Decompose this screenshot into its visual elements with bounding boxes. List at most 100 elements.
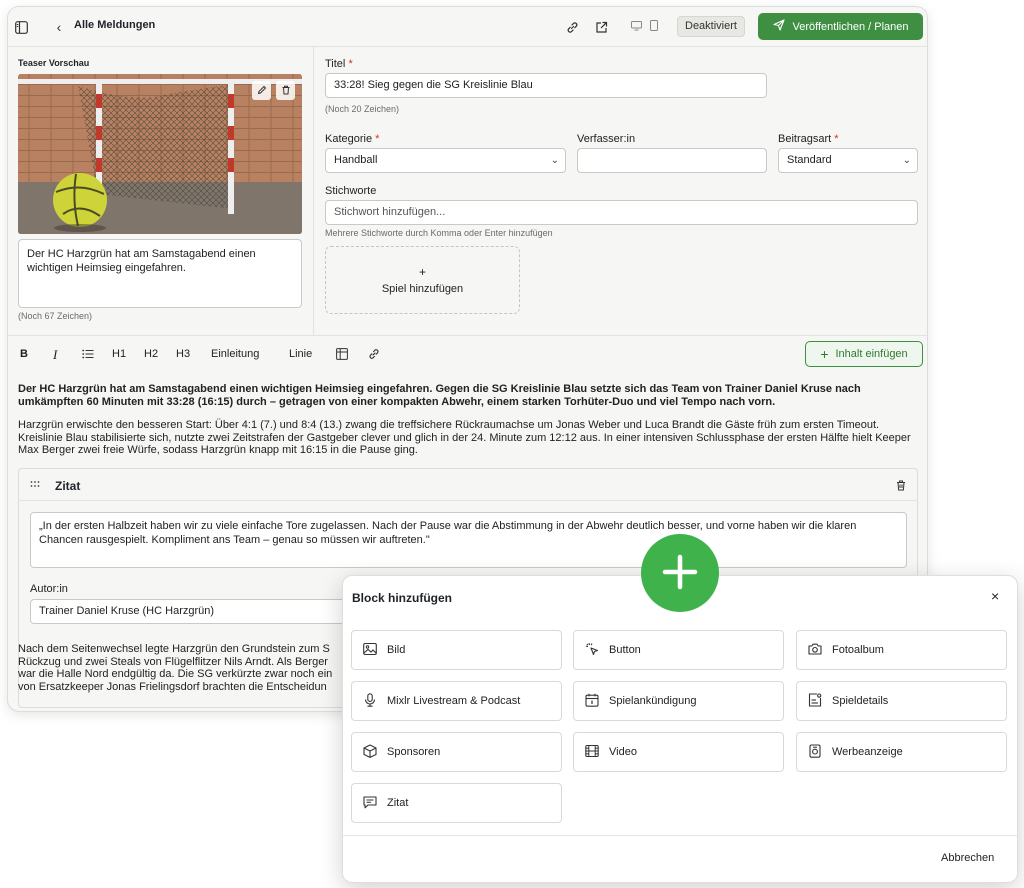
- h1-button[interactable]: H1: [112, 348, 126, 360]
- camera-icon: [808, 642, 822, 659]
- category-label: Kategorie *: [325, 133, 380, 145]
- close-icon[interactable]: ×: [991, 588, 999, 604]
- box-icon: [363, 743, 377, 761]
- italic-button[interactable]: I: [53, 347, 57, 363]
- tags-input[interactable]: Stichwort hinzufügen...: [325, 200, 918, 225]
- body-paragraph-2-line: von Ersatzkeeper Jonas Frielingsdorf bra…: [18, 680, 327, 693]
- mobile-preview-icon[interactable]: [648, 18, 660, 32]
- status-badge: Deaktiviert: [677, 16, 745, 37]
- back-link-label[interactable]: Alle Meldungen: [74, 19, 155, 31]
- author-input[interactable]: [577, 148, 767, 173]
- line-button[interactable]: Linie: [289, 348, 312, 360]
- drag-handle-icon[interactable]: [29, 479, 41, 491]
- post-type-select[interactable]: Standard ⌄: [778, 148, 918, 173]
- block-option-label: Spielankündigung: [609, 695, 697, 707]
- block-option-game-details[interactable]: Spieldetails: [796, 681, 1007, 721]
- microphone-icon: [363, 692, 377, 710]
- plus-icon: +: [418, 265, 426, 279]
- body-paragraph-2-line: war die Halle Nord endgültig da. Die SG …: [18, 668, 333, 680]
- sidebar-toggle-icon[interactable]: [13, 19, 29, 35]
- quote-author-label: Autor:in: [30, 583, 68, 595]
- pencil-icon: [257, 84, 267, 98]
- h2-button[interactable]: H2: [144, 348, 158, 360]
- scoreboard-icon: [808, 692, 822, 710]
- block-option-label: Video: [609, 746, 637, 758]
- calendar-icon: [585, 693, 599, 710]
- category-select[interactable]: Handball ⌄: [325, 148, 566, 173]
- film-icon: [585, 744, 599, 761]
- ad-icon: [808, 743, 822, 761]
- tags-hint: Mehrere Stichworte durch Komma oder Ente…: [325, 228, 553, 238]
- body-paragraph-2-line: Rückzug und zwei Steals von Flügelflitze…: [18, 655, 328, 668]
- teaser-panel: Teaser Vorschau Der HC Harzgrün hat am S…: [8, 47, 314, 335]
- plus-icon: +: [820, 346, 829, 362]
- add-game-button[interactable]: + Spiel hinzufügen: [325, 246, 520, 314]
- send-icon: [772, 19, 785, 34]
- body-paragraph[interactable]: Harzgrün erwischte den besseren Start: Ü…: [18, 419, 918, 457]
- teaser-label: Teaser Vorschau: [18, 58, 90, 68]
- block-option-sponsors[interactable]: Sponsoren: [351, 732, 562, 772]
- pointer-click-icon: [585, 642, 599, 659]
- block-option-image[interactable]: Bild: [351, 630, 562, 670]
- trash-icon: [281, 84, 291, 98]
- teaser-image[interactable]: [18, 74, 302, 234]
- cancel-button[interactable]: Abbrechen: [941, 852, 994, 864]
- image-icon: [363, 642, 377, 659]
- block-option-label: Zitat: [387, 797, 409, 809]
- trash-icon[interactable]: [895, 479, 907, 491]
- add-game-label: Spiel hinzufügen: [381, 283, 464, 295]
- link-icon[interactable]: [367, 347, 381, 361]
- teaser-chars-left: (Noch 67 Zeichen): [18, 311, 93, 321]
- quote-block-header: Zitat: [19, 469, 917, 501]
- quote-message-icon: [363, 795, 377, 812]
- desktop-preview-icon[interactable]: [629, 19, 643, 33]
- block-option-label: Sponsoren: [387, 746, 441, 758]
- chevron-down-icon: ⌄: [902, 155, 911, 166]
- link-icon[interactable]: [564, 19, 580, 35]
- table-icon[interactable]: [335, 347, 349, 361]
- top-bar: ‹ Alle Meldungen Deaktiviert Veröffentli…: [8, 7, 927, 47]
- block-option-label: Spieldetails: [832, 695, 889, 707]
- block-option-mixlr[interactable]: Mixlr Livestream & Podcast: [351, 681, 562, 721]
- teaser-textarea[interactable]: Der HC Harzgrün hat am Samstagabend eine…: [18, 239, 302, 308]
- block-option-button[interactable]: Button: [573, 630, 784, 670]
- body-paragraph-2-line: Nach dem Seitenwechsel legte Harzgrün de…: [18, 643, 330, 655]
- body-paragraph-2[interactable]: Nach dem Seitenwechsel legte Harzgrün de…: [18, 643, 348, 693]
- add-block-fab[interactable]: [641, 534, 719, 612]
- block-option-label: Mixlr Livestream & Podcast: [387, 695, 521, 707]
- lead-paragraph[interactable]: Der HC Harzgrün hat am Samstagabend eine…: [18, 383, 918, 408]
- block-option-label: Fotoalbum: [832, 644, 884, 656]
- block-option-video[interactable]: Video: [573, 732, 784, 772]
- quote-textarea[interactable]: „In der ersten Halbzeit haben wir zu vie…: [30, 512, 907, 568]
- bullet-list-icon[interactable]: [81, 348, 95, 360]
- block-option-label: Bild: [387, 644, 406, 656]
- block-option-quote[interactable]: Zitat: [351, 783, 562, 823]
- add-block-modal: Block hinzufügen × Bild Button Fotoalbum…: [342, 575, 1018, 883]
- post-type-value: Standard: [787, 154, 832, 166]
- tags-label: Stichworte: [325, 185, 377, 197]
- chevron-down-icon: ⌄: [550, 155, 559, 166]
- category-value: Handball: [334, 154, 378, 166]
- modal-divider: [343, 835, 1017, 836]
- open-external-icon[interactable]: [593, 19, 609, 35]
- title-input[interactable]: 33:28! Sieg gegen die SG Kreislinie Blau: [325, 73, 767, 98]
- h3-button[interactable]: H3: [176, 348, 190, 360]
- delete-image-button[interactable]: [276, 81, 295, 100]
- block-option-game-announcement[interactable]: Spielankündigung: [573, 681, 784, 721]
- insert-content-label: Inhalt einfügen: [835, 348, 908, 360]
- back-chevron-icon[interactable]: ‹: [52, 19, 66, 35]
- publish-label: Veröffentlichen / Planen: [792, 20, 909, 33]
- block-option-label: Button: [609, 644, 641, 656]
- intro-button[interactable]: Einleitung: [211, 348, 259, 360]
- bold-button[interactable]: B: [20, 348, 28, 360]
- block-option-advertisement[interactable]: Werbeanzeige: [796, 732, 1007, 772]
- block-option-photo-album[interactable]: Fotoalbum: [796, 630, 1007, 670]
- editor-toolbar: B I H1 H2 H3 Einleitung Linie + Inhalt e…: [8, 335, 927, 372]
- edit-image-button[interactable]: [252, 81, 271, 100]
- insert-content-button[interactable]: + Inhalt einfügen: [805, 341, 923, 367]
- title-chars-left: (Noch 20 Zeichen): [325, 104, 400, 114]
- quote-block-title: Zitat: [55, 479, 81, 493]
- post-type-label: Beitragsart *: [778, 133, 839, 145]
- publish-button[interactable]: Veröffentlichen / Planen: [758, 13, 923, 40]
- plus-icon: [662, 554, 698, 593]
